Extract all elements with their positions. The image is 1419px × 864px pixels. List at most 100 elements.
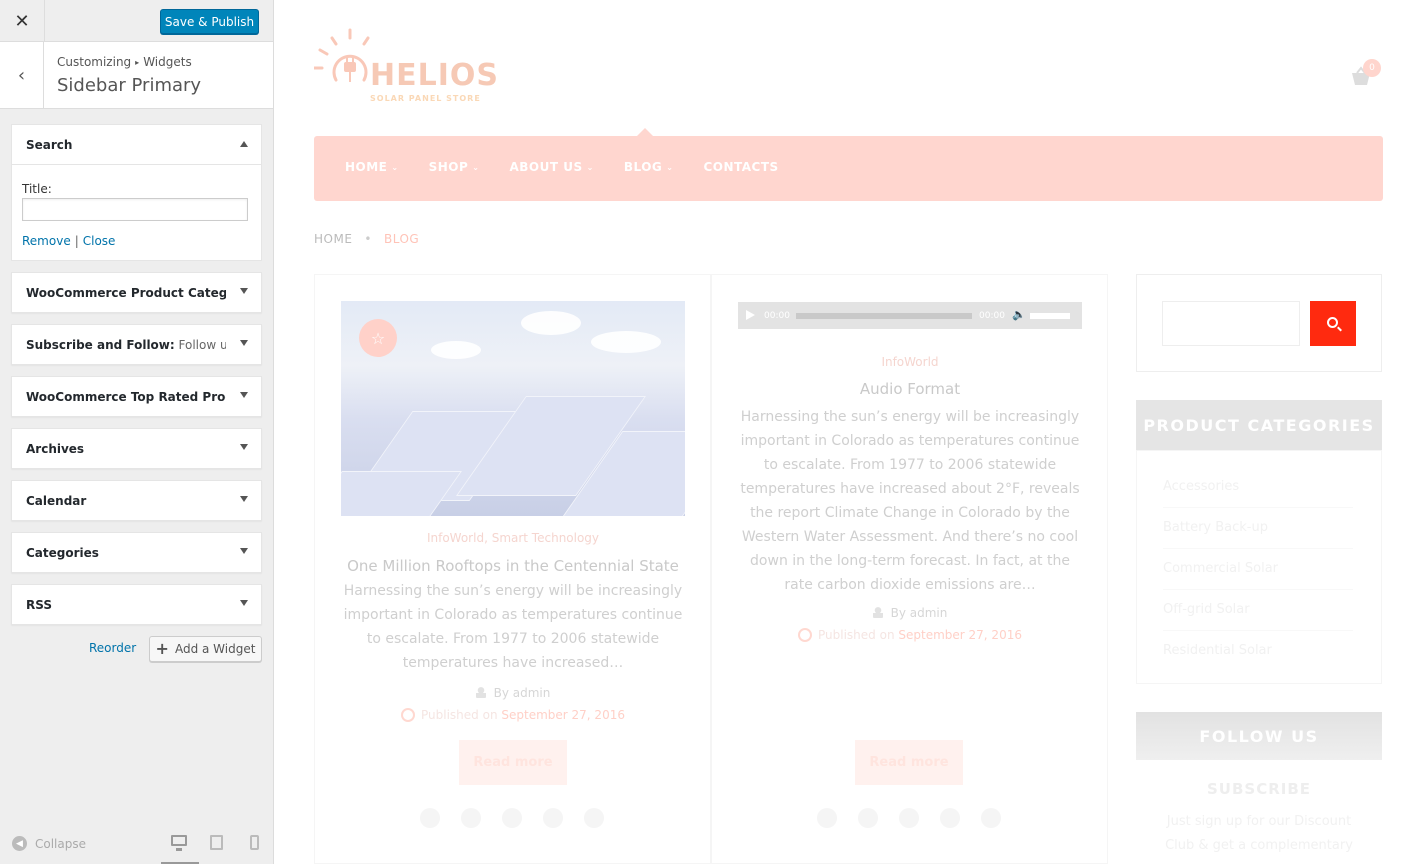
linkedin-icon[interactable] [543,808,563,828]
post-title[interactable]: One Million Rooftops in the Centennial S… [341,557,685,575]
read-more-button[interactable]: Read more [459,740,567,785]
caret-down-icon[interactable] [240,340,248,346]
widget-archives[interactable]: Archives [11,428,262,469]
caret-down-icon[interactable] [240,600,248,606]
volume-slider[interactable] [1030,313,1070,319]
volume-icon[interactable]: 🔈 [1012,308,1026,321]
post-share-icons [420,808,604,828]
google-plus-icon[interactable] [981,808,1001,828]
post-title[interactable]: Audio Format [738,380,1082,398]
play-icon[interactable] [746,310,755,320]
desktop-preview-icon[interactable] [171,835,187,851]
caret-down-icon[interactable] [240,444,248,450]
close-link[interactable]: Close [83,234,116,248]
pinterest-icon[interactable] [899,808,919,828]
caret-down-icon[interactable] [240,548,248,554]
widget-title: WooCommerce Top Rated Produ... [26,390,226,404]
widget-rss[interactable]: RSS [11,584,262,625]
category-link[interactable]: Accessories [1163,479,1353,508]
pinterest-icon[interactable] [502,808,522,828]
widget-search-header[interactable]: Search [12,125,261,165]
sidebar-search-input[interactable] [1162,301,1300,346]
post-categories[interactable]: InfoWorld, Smart Technology [341,531,685,545]
widget-title: Archives [26,442,226,456]
post-date-prefix: Published on [818,628,895,642]
linkedin-icon[interactable] [940,808,960,828]
audio-progress-bar[interactable] [796,313,972,319]
customizer-topbar: ✕ Save & Publish [0,0,273,42]
collapse-arrow-icon: ◀ [12,836,27,851]
reorder-link[interactable]: Reorder [89,641,136,655]
follow-us-heading: FOLLOW US [1136,712,1382,760]
post-excerpt: Harnessing the sun’s energy will be incr… [740,409,1080,593]
widget-woocommerce-top-rated[interactable]: WooCommerce Top Rated Produ... [11,376,262,417]
caret-down-icon[interactable] [240,288,248,294]
widget-calendar[interactable]: Calendar [11,480,262,521]
menu-items: HOME ⌄ SHOP ⌄ ABOUT US ⌄ BLOG ⌄ CONTACTS [345,160,809,174]
logo-wordmark: HELIOS [370,58,499,93]
breadcrumb-home-link[interactable]: HOME [314,232,352,246]
facebook-icon[interactable] [420,808,440,828]
chevron-down-icon: ⌄ [586,163,594,172]
google-plus-icon[interactable] [584,808,604,828]
menu-label: ABOUT US [509,160,583,174]
widget-title: Categories [26,546,226,560]
audio-duration: 00:00 [979,311,1005,321]
breadcrumb-root: Customizing [57,55,132,69]
widget-title: WooCommerce Product Categor... [26,286,226,300]
tablet-preview-icon[interactable] [210,835,223,850]
widget-subscribe-and-follow[interactable]: Subscribe and Follow: Follow us [11,324,262,365]
breadcrumb-separator: ▸ [135,58,140,67]
post-author: By admin [738,606,1082,620]
twitter-icon[interactable] [858,808,878,828]
menu-item-shop[interactable]: SHOP ⌄ [429,160,480,174]
menu-item-blog[interactable]: BLOG ⌄ [624,160,674,174]
title-field[interactable] [22,198,248,221]
facebook-icon[interactable] [817,808,837,828]
menu-item-about-us[interactable]: ABOUT US ⌄ [509,160,593,174]
caret-down-icon[interactable] [240,392,248,398]
mobile-preview-icon[interactable] [250,835,259,850]
widget-title-text: WooCommerce Product Categor... [26,286,226,300]
caret-down-icon[interactable] [240,496,248,502]
close-icon[interactable]: ✕ [0,0,45,42]
post-date: Published on September 27, 2016 [738,628,1082,642]
widget-categories[interactable]: Categories [11,532,262,573]
read-more-button[interactable]: Read more [855,740,963,785]
star-icon[interactable]: ☆ [359,319,397,357]
widget-subtitle: Follow us [178,338,227,352]
sidebar-search-widget [1136,274,1382,372]
product-categories-list: Accessories Battery Back-up Commercial S… [1136,450,1382,684]
category-link[interactable]: Commercial Solar [1163,561,1353,590]
collapse-button[interactable]: ◀ Collapse [12,836,86,851]
twitter-icon[interactable] [461,808,481,828]
sun-plug-icon [314,28,370,82]
search-button[interactable] [1310,301,1356,346]
menu-label: CONTACTS [703,160,779,174]
menu-item-contacts[interactable]: CONTACTS [703,160,778,174]
widget-woocommerce-product-categories[interactable]: WooCommerce Product Categor... [11,272,262,313]
site-preview: HELIOS SOLAR PANEL STORE 0 HOME ⌄ SHOP ⌄ A… [274,0,1419,864]
caret-up-icon[interactable] [240,141,248,147]
widget-search-expanded: Search Title: Remove | Close [11,124,262,261]
cart-count-badge: 0 [1363,59,1381,77]
chevron-down-icon: ⌄ [666,163,674,172]
subscribe-text: Just sign up for our Discount Club & get… [1165,814,1353,853]
widget-title-text: Archives [26,442,85,456]
back-chevron-icon[interactable]: ‹ [0,42,44,108]
category-link[interactable]: Off-grid Solar [1163,602,1353,631]
panel-title: Sidebar Primary [57,75,202,96]
site-breadcrumb: HOME • BLOG [314,232,419,246]
widget-title-text: RSS [26,598,52,612]
category-link[interactable]: Residential Solar [1163,643,1353,671]
post-categories[interactable]: InfoWorld [738,355,1082,369]
post-excerpt: Harnessing the sun’s energy will be incr… [343,583,683,671]
logo-tagline: SOLAR PANEL STORE [370,94,481,103]
add-widget-button[interactable]: + Add a Widget [149,636,262,662]
menu-item-home[interactable]: HOME ⌄ [345,160,399,174]
site-logo[interactable]: HELIOS SOLAR PANEL STORE [314,28,514,108]
save-publish-button[interactable]: Save & Publish [160,9,259,34]
plus-icon: + [155,639,169,658]
remove-link[interactable]: Remove [22,234,71,248]
category-link[interactable]: Battery Back-up [1163,520,1353,549]
